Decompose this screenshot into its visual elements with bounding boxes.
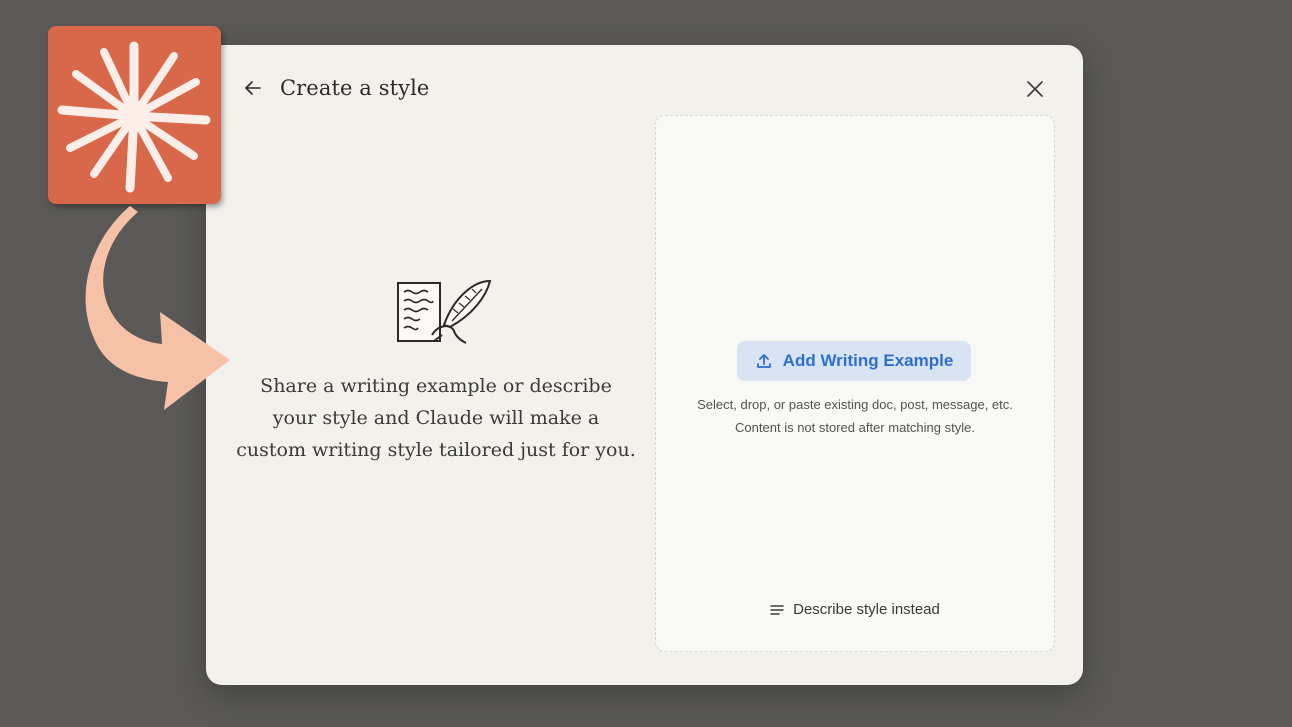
starburst-icon — [57, 41, 211, 193]
intro-text: Share a writing example or describe your… — [236, 375, 636, 461]
add-writing-example-button[interactable]: Add Writing Example — [737, 341, 971, 381]
close-button[interactable] — [1023, 77, 1047, 101]
dropzone-hint: Select, drop, or paste existing doc, pos… — [697, 397, 1013, 412]
close-icon — [1027, 81, 1043, 97]
upload-icon — [756, 354, 771, 368]
arrow-left-icon — [245, 81, 261, 95]
dialog-title: Create a style — [280, 76, 430, 100]
storage-notice: Content is not stored after matching sty… — [735, 420, 975, 435]
writing-example-dropzone[interactable]: Add Writing Example Select, drop, or pas… — [655, 115, 1055, 652]
claude-logo — [48, 26, 221, 204]
back-button[interactable] — [240, 75, 266, 101]
curved-arrow-pointer — [85, 206, 230, 410]
dialog-header: Create a style — [240, 75, 429, 101]
add-writing-example-label: Add Writing Example — [782, 351, 954, 370]
describe-style-button[interactable]: Describe style instead — [656, 601, 1054, 618]
create-style-dialog: Create a style Share a writing example o… — [206, 45, 1083, 685]
describe-style-label: Describe style instead — [793, 601, 940, 618]
text-lines-icon — [770, 604, 784, 615]
quill-letter-illustration — [397, 279, 492, 344]
